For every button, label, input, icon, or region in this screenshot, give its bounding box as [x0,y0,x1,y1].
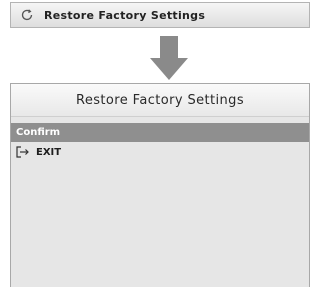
exit-label: EXIT [36,146,62,158]
restore-factory-settings-dialog: Restore Factory Settings Confirm EXIT [10,83,310,287]
confirm-label: Confirm [16,127,61,138]
menu-item-label: Restore Factory Settings [44,8,206,22]
dialog-title: Restore Factory Settings [76,92,244,108]
exit-icon [16,146,30,158]
menu-item-restore-factory-settings[interactable]: Restore Factory Settings [10,2,310,28]
exit-option[interactable]: EXIT [11,142,309,162]
dialog-menu: Confirm EXIT [11,117,309,162]
dialog-header: Restore Factory Settings [11,84,309,117]
confirm-option[interactable]: Confirm [11,123,309,142]
refresh-icon [20,8,34,22]
arrow-down-icon [150,36,188,80]
